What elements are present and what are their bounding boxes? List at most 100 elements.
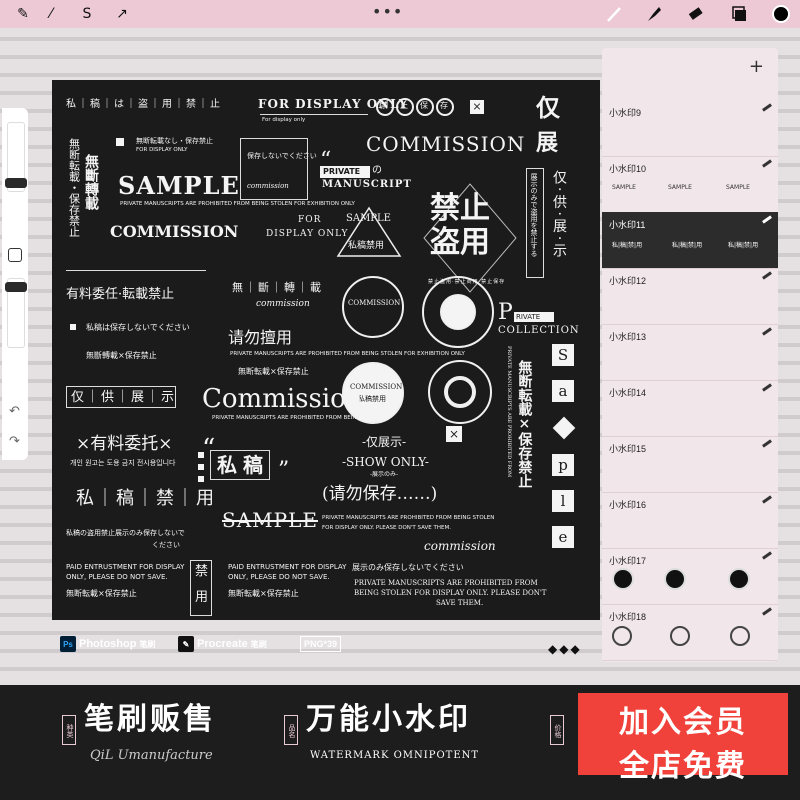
menu-dots-icon[interactable]: ••• [372, 2, 403, 21]
brush-item[interactable]: 小水印12 [602, 268, 778, 325]
mudan-narrow-vertical: PRIVATE MANUSCRIPTS ARE PROHIBITED FROM [506, 346, 512, 478]
yuryo-itaku: ×有料委托× [76, 434, 173, 454]
sample-triangle: SAMPLE [346, 213, 391, 224]
ten-char-large: 展 [536, 130, 559, 156]
wrench-icon[interactable]: ✎ [14, 5, 32, 23]
brush-preview: SAMPLE [612, 184, 636, 191]
opacity-knob[interactable] [5, 282, 27, 292]
kinshi-large: 禁止 [430, 191, 490, 226]
stamp-preview-icon [728, 568, 750, 590]
promo-line-1: 加入会员 [619, 705, 747, 740]
procreate-badge: ✎ Procreate 笔刷 [178, 636, 267, 652]
eraser-icon[interactable] [686, 4, 706, 24]
save-forbidden-line-2: FOR DISPLAY ONLY [136, 147, 188, 153]
stamp-preview-icon [664, 568, 686, 590]
diamond-dots-icon: ◆◆◆ [548, 642, 582, 656]
seikan: 请勿擅用 [228, 328, 293, 347]
brush-preview: SAMPLE [668, 184, 692, 191]
shi-char-large: 仅 [536, 93, 560, 122]
brush-item-label: 小水印13 [609, 332, 647, 342]
brush-icon[interactable] [604, 4, 624, 24]
membership-promo-button[interactable]: 加入会员 全店免费 [578, 693, 788, 784]
brush-pen-icon [762, 383, 772, 392]
korean-line: 개인 원고는 도용 금지 전시용입니다 [70, 459, 176, 467]
brush-item-selected[interactable]: 小水印11 私|稿|禁|用 私|稿|禁|用 私|稿|禁|用 [602, 212, 778, 269]
brush-pen-icon [762, 439, 772, 448]
brush-item-label: 小水印14 [609, 388, 647, 398]
modify-square-button[interactable] [8, 248, 22, 262]
hozon-shinai: 私稿は保存しないでください [86, 323, 190, 332]
divider [260, 114, 368, 115]
top-toolbar: ✎ ⁄ S ↗ ••• [0, 0, 800, 28]
brush-item[interactable]: 小水印9 [602, 100, 778, 157]
sample-l-box: l [552, 490, 574, 512]
brush-pen-icon [762, 103, 772, 112]
brush-pen-icon [762, 215, 772, 224]
title-brush-sale: 笔刷贩售 [84, 702, 216, 737]
watashi-kanji-notice: 私稿の盗用禁止展示のみ保存しないで [66, 529, 185, 537]
watashi-ko: 私 [217, 453, 243, 477]
tag-category: 种类 [62, 715, 76, 745]
subtitle-watermark: WATERMARK OMNIPOTENT [310, 750, 480, 761]
brush-item[interactable]: 小水印18 [602, 604, 778, 661]
brush-item[interactable]: 小水印17 [602, 548, 778, 605]
commission-big: COMMISSION [366, 132, 526, 156]
seikan-small: PRIVATE MANUSCRIPTS ARE PROHIBITED FROM … [230, 351, 465, 357]
procreate-suffix: 笔刷 [250, 639, 267, 649]
s-selection-icon[interactable]: S [78, 5, 96, 23]
no-char: の [372, 165, 382, 176]
mudan-hozon-3: 無断転載×保存禁止 [66, 589, 137, 598]
mudan-tenkan: 無｜斷｜轉｜載 [232, 281, 323, 294]
brush-item[interactable]: 小水印10 SAMPLE SAMPLE SAMPLE [602, 156, 778, 213]
commission-tag: commission [247, 182, 289, 190]
kudasai: ください [152, 541, 180, 549]
ho-char: 保 [420, 101, 428, 110]
brush-pen-icon [762, 271, 772, 280]
brush-preview: 私|稿|禁|用 [612, 242, 643, 249]
private-prohibited-2: FOR DISPLAY ONLY. PLEASE DON'T SAVE THEM… [322, 525, 451, 531]
sample-s-box: S [552, 344, 574, 366]
private-final-1: PRIVATE MANUSCRIPTS ARE PROHIBITED FROM [354, 579, 538, 587]
brush-item-label: 小水印18 [609, 612, 647, 622]
commission-script-2: commission [424, 539, 496, 553]
sample-strike: SAMPLE [222, 508, 318, 532]
procreate-label: Procreate [197, 638, 248, 650]
brush-size-knob[interactable] [5, 178, 27, 188]
shi-char: 止 [400, 101, 408, 110]
tenji-frame: 展示のみで盗用を禁止する [526, 168, 544, 278]
brush-item[interactable]: 小水印13 [602, 324, 778, 381]
sample-big: SAMPLE [118, 171, 240, 200]
promo-line-2: 全店免费 [619, 749, 747, 784]
smudge-icon[interactable] [644, 4, 664, 24]
collection-label: COLLECTION [498, 325, 580, 336]
paid-entrust-3: PAID ENTRUSTMENT FOR DISPLAY [228, 563, 347, 571]
shi-kyo-ten-ji: 仅·供·展·示 [551, 170, 567, 261]
quote-close-icon: ” [278, 458, 290, 483]
brush-pen-icon [762, 607, 772, 616]
brush-item[interactable]: 小水印14 [602, 380, 778, 437]
brush-item-label: 小水印12 [609, 276, 647, 286]
drawing-canvas[interactable]: 私｜稿｜は｜盗｜用｜禁｜止 FOR DISPLAY ONLY For displ… [52, 80, 600, 620]
layers-icon[interactable] [730, 4, 750, 24]
for-display-small: For display only [262, 117, 306, 123]
hozon-frame: 保存しないでください commission [240, 138, 317, 200]
seikan-hozon: (请勿保存……) [322, 484, 438, 504]
sample-e-box: e [552, 526, 574, 548]
undo-icon[interactable]: ↶ [9, 404, 20, 419]
redo-icon[interactable]: ↷ [9, 434, 20, 449]
arrow-icon[interactable]: ↗ [113, 5, 131, 23]
color-swatch[interactable] [772, 5, 790, 23]
brush-preview: SAMPLE [726, 184, 750, 191]
brush-item[interactable]: 小水印15 [602, 436, 778, 493]
add-brush-icon[interactable]: + [749, 56, 764, 77]
left-sidebar: ↶ ↷ [2, 108, 28, 460]
wand-icon[interactable]: ⁄ [42, 5, 60, 23]
x-box-icon: × [446, 426, 462, 442]
show-only-jp: -展示のみ- [370, 471, 399, 478]
photoshop-badge: Ps Photoshop 笔刷 [60, 636, 155, 652]
brush-item-label: 小水印10 [609, 164, 647, 174]
square-bullet-icon [198, 476, 204, 482]
brush-item[interactable]: 小水印16 [602, 492, 778, 549]
inner-stamp-icon [444, 376, 476, 408]
brush-pen-icon [762, 159, 772, 168]
